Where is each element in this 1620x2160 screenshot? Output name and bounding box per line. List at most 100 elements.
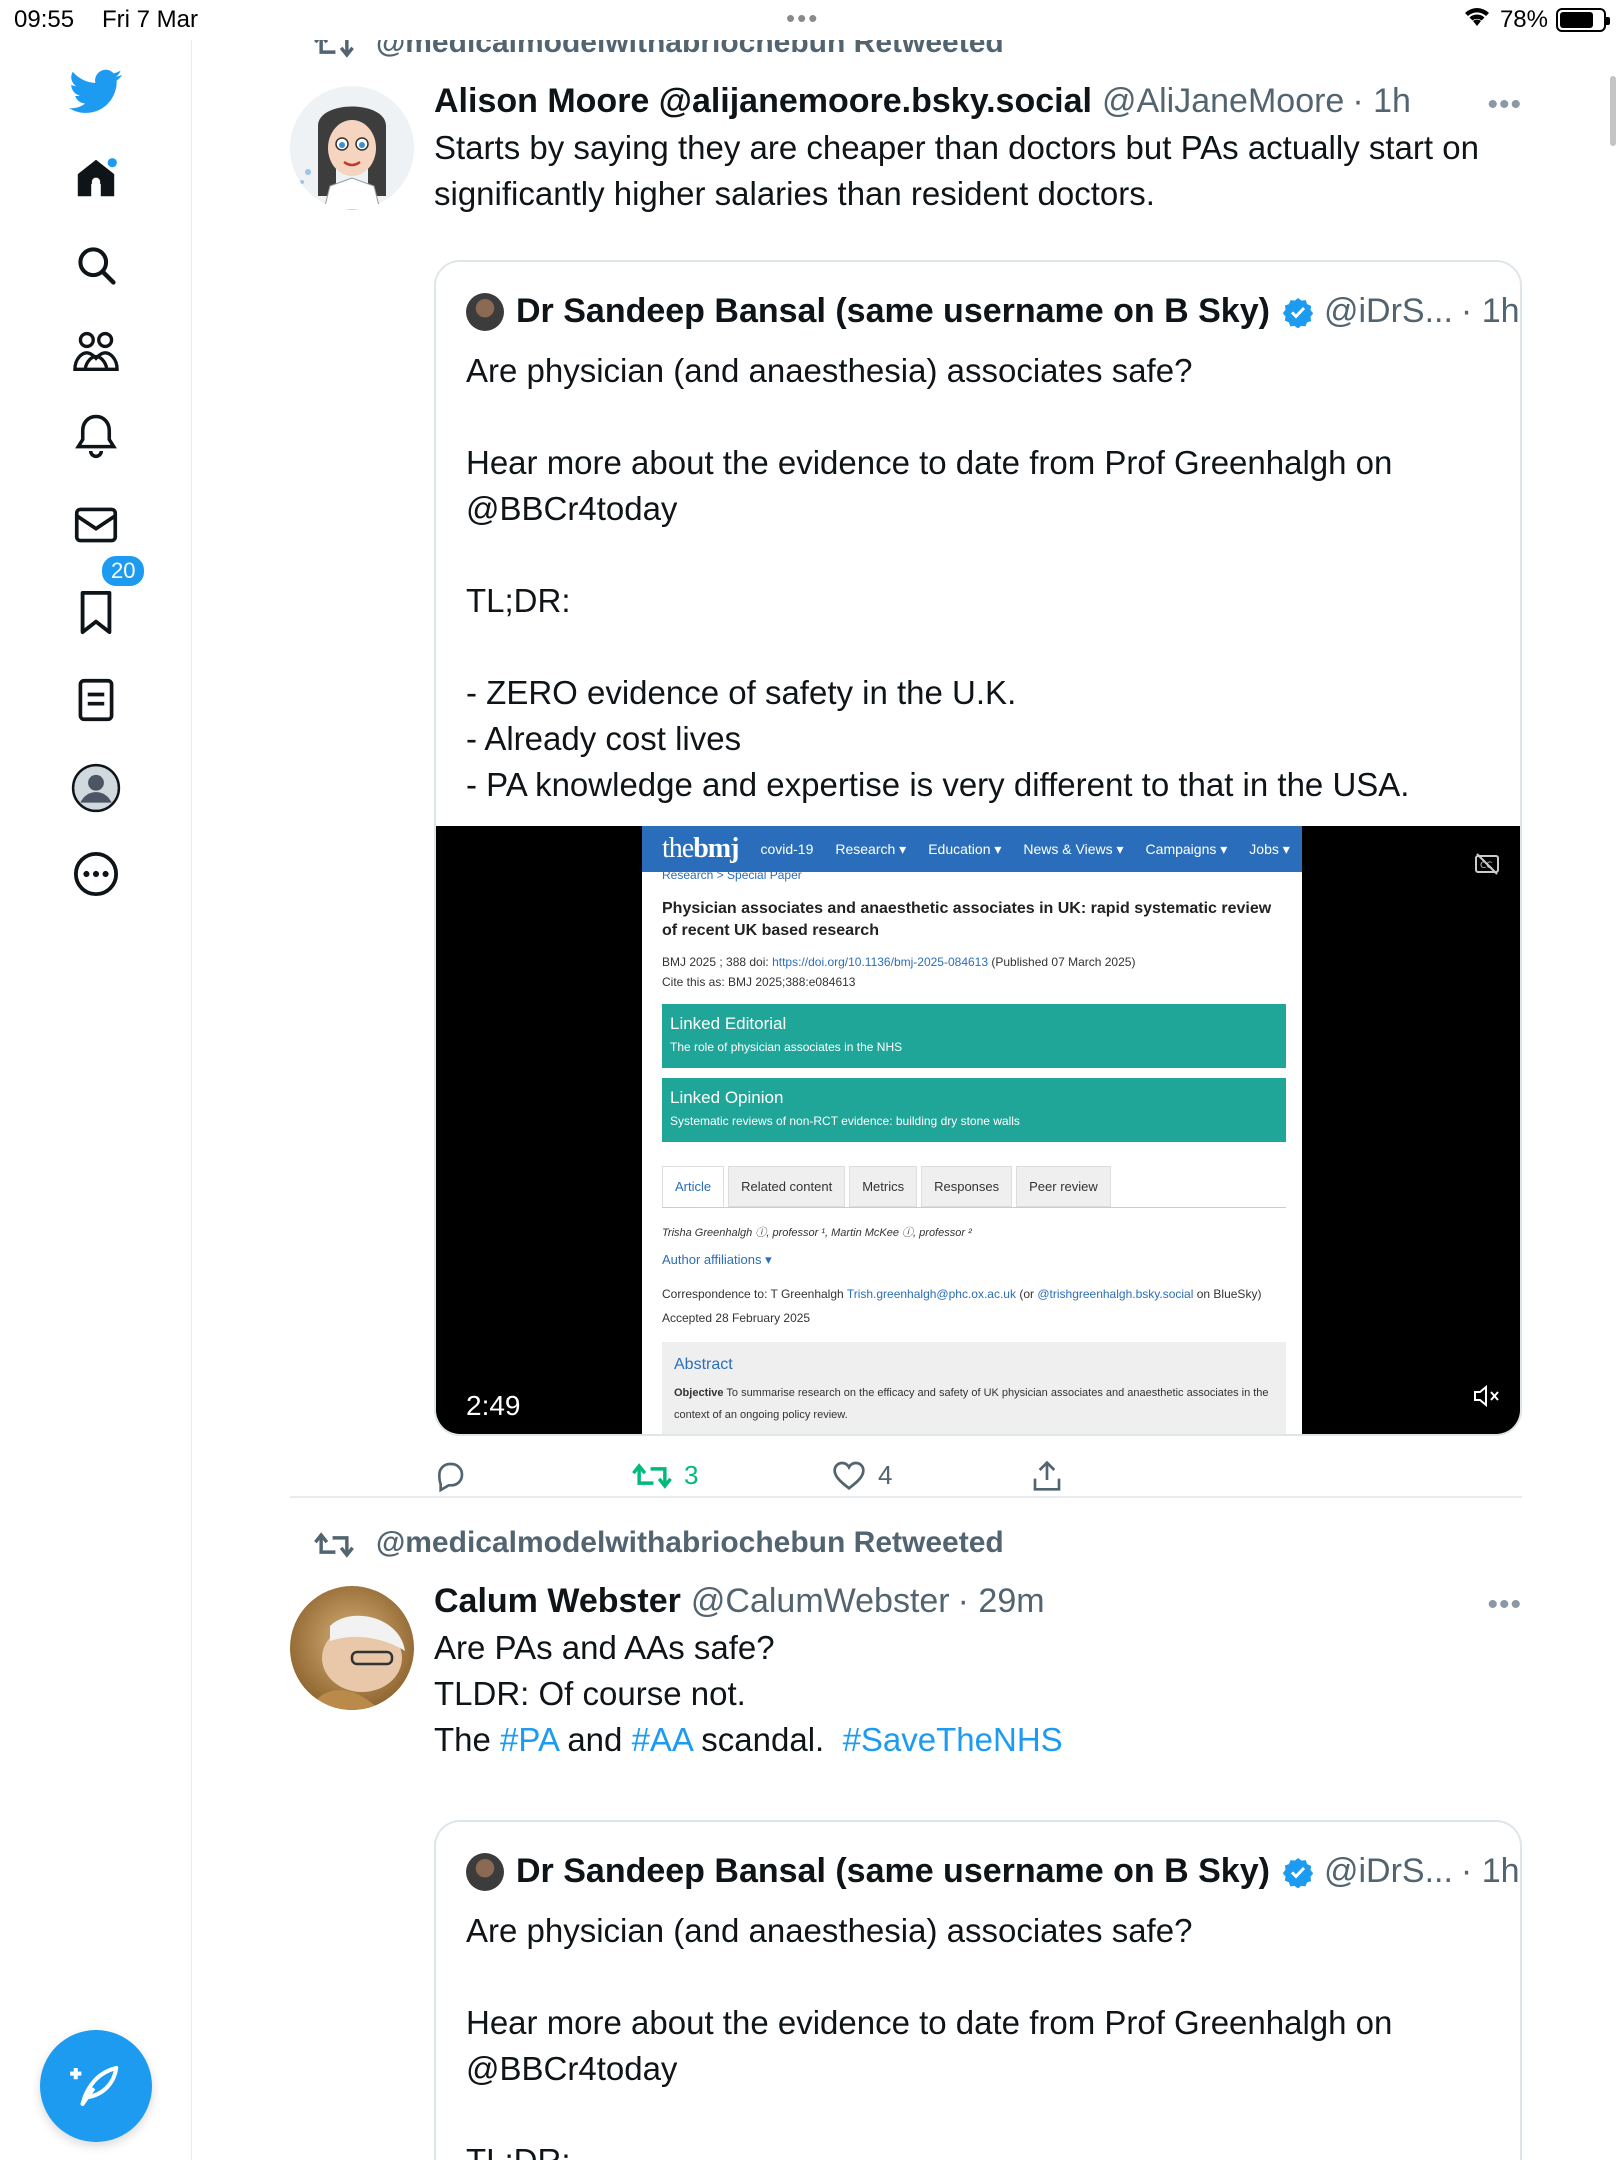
tweet-divider (290, 1496, 1522, 1498)
battery-icon (1556, 7, 1610, 32)
bmj-authors: Trisha Greenhalgh ⓘ, professor ¹, Martin… (662, 1227, 972, 1239)
quoted-text: Are physician (and anaesthesia) associat… (466, 348, 1476, 808)
tweet-text: Are PAs and AAs safe? TLDR: Of course no… (434, 1629, 1063, 1758)
bmj-linked-opinion: Linked Opinion Systematic reviews of non… (662, 1078, 1286, 1142)
muted-speaker-icon[interactable] (1472, 1383, 1502, 1414)
retweet-icon (632, 1462, 672, 1489)
reply-button[interactable] (434, 1460, 478, 1492)
avatar[interactable] (290, 1586, 414, 1710)
quoted-author-name[interactable]: Dr Sandeep Bansal (same username on B Sk… (516, 292, 1270, 331)
people-icon[interactable] (68, 323, 124, 379)
retweet-button[interactable]: 3 (632, 1460, 698, 1491)
mail-icon[interactable] (68, 497, 124, 553)
quoted-handle[interactable]: @iDrS... (1324, 1852, 1453, 1891)
quoted-line: Are physician (and anaesthesia) associat… (466, 352, 1193, 389)
hashtag-link[interactable]: #SaveTheNHS (843, 1721, 1063, 1758)
battery-fill (1560, 11, 1593, 28)
bookmark-icon[interactable] (68, 585, 124, 641)
retweet-icon (314, 1530, 354, 1568)
retweet-context: @medicalmodelwithabriochebun Retweeted (314, 40, 1004, 60)
bmj-tabs: Article Related content Metrics Response… (662, 1166, 1286, 1208)
quoted-author-name[interactable]: Dr Sandeep Bansal (same username on B Sk… (516, 1852, 1270, 1891)
video-player[interactable]: thebmj covid-19 Research ▾ Education ▾ N… (436, 826, 1520, 1434)
compose-tweet-button[interactable] (40, 2030, 152, 2142)
bmj-tab: Peer review (1016, 1166, 1111, 1207)
profile-icon[interactable] (68, 760, 124, 816)
author-handle[interactable]: @AliJaneMoore (1102, 82, 1344, 121)
hashtag-link[interactable]: #PA (500, 1721, 558, 1758)
quoted-line: Hear more about the evidence to date fro… (466, 444, 1393, 527)
bmj-nav-item: Education ▾ (928, 840, 1002, 857)
more-circle-icon[interactable] (68, 846, 124, 902)
status-time: 09:55 (14, 6, 75, 33)
bmj-abstract: Abstract Objective To summarise research… (662, 1342, 1286, 1434)
more-options-icon[interactable]: ••• (1487, 88, 1522, 122)
reply-icon (437, 1462, 464, 1492)
home-icon[interactable] (68, 150, 124, 206)
quoted-line: Are physician (and anaesthesia) associat… (466, 1912, 1193, 1949)
tweet-body: Alison Moore @alijanemoore.bsky.social @… (434, 82, 1522, 217)
retweet-icon (314, 40, 354, 68)
quoted-line: - ZERO evidence of safety in the U.K. (466, 674, 1017, 711)
bmj-nav-item: Campaigns ▾ (1145, 840, 1228, 857)
avatar[interactable] (290, 86, 414, 210)
bell-icon[interactable] (68, 408, 124, 464)
author-name[interactable]: Calum Webster (434, 1582, 681, 1621)
retweeted-by-text[interactable]: @medicalmodelwithabriochebun Retweeted (376, 40, 1004, 60)
more-options-icon[interactable]: ••• (1487, 1588, 1522, 1622)
bmj-tab: Metrics (849, 1166, 918, 1207)
quoted-line (466, 1954, 1476, 2000)
quoted-handle[interactable]: @iDrS... (1324, 292, 1453, 331)
quoted-line: TL;DR: (466, 2138, 1476, 2160)
bmj-nav-item: News & Views ▾ (1023, 840, 1124, 857)
bmj-nav-bar: thebmj covid-19 Research ▾ Education ▾ N… (642, 826, 1302, 872)
bmj-affiliations: Author affiliations ▾ (662, 1252, 772, 1267)
quoted-line (466, 624, 1476, 670)
hashtag-link[interactable]: #AA (632, 1721, 693, 1758)
notification-count-badge: 20 (100, 554, 147, 588)
twitter-logo-icon[interactable] (68, 64, 124, 120)
quoted-avatar[interactable] (466, 1852, 504, 1891)
tweet-body: Calum Webster @CalumWebster · 29m ••• Ar… (434, 1582, 1522, 1763)
share-button[interactable] (1032, 1460, 1074, 1492)
quoted-line (466, 394, 1476, 440)
bmj-tab: Article (662, 1166, 725, 1207)
tweet-time: · 1h (1352, 82, 1411, 120)
share-icon (1033, 1460, 1061, 1491)
bmj-correspondence: Correspondence to: T Greenhalgh Trish.gr… (662, 1287, 1262, 1325)
quoted-tweet[interactable]: Dr Sandeep Bansal (same username on B Sk… (434, 260, 1522, 1436)
author-name[interactable]: Alison Moore @alijanemoore.bsky.social (434, 82, 1092, 121)
captions-off-icon[interactable]: CC (1474, 852, 1500, 881)
timeline-feed: @medicalmodelwithabriochebun Retweeted A… (192, 40, 1620, 2160)
quoted-avatar[interactable] (466, 292, 504, 331)
quoted-line: Hear more about the evidence to date fro… (466, 2004, 1393, 2087)
quoted-tweet[interactable]: Dr Sandeep Bansal (same username on B Sk… (434, 1820, 1522, 2160)
like-button[interactable]: 4 (832, 1460, 892, 1491)
bmj-tab: Responses (921, 1166, 1013, 1207)
list-icon[interactable] (68, 672, 124, 728)
search-icon[interactable] (68, 237, 124, 293)
tweet-actions: 3 4 (434, 1460, 1334, 1500)
retweet-context: @medicalmodelwithabriochebun Retweeted (314, 1526, 1004, 1560)
bmj-meta: BMJ 2025 ; 388 doi: https://doi.org/10.1… (662, 955, 1136, 989)
sidebar: 20 (0, 40, 192, 2160)
bmj-breadcrumb: Research > Special Paper (662, 872, 802, 882)
quoted-time: · 1h (1460, 292, 1520, 330)
quoted-line (466, 532, 1476, 578)
battery-percent: 78% (1499, 5, 1548, 33)
quoted-line: - PA knowledge and expertise is very dif… (466, 766, 1410, 803)
quoted-line (466, 2092, 1476, 2138)
quoted-text: Are physician (and anaesthesia) associat… (466, 1908, 1476, 2160)
retweeted-by-text[interactable]: @medicalmodelwithabriochebun Retweeted (376, 1526, 1004, 1560)
multitasking-dots-icon[interactable]: ••• (786, 5, 819, 31)
like-count: 4 (878, 1460, 893, 1490)
verified-badge-icon (1282, 1857, 1314, 1888)
bmj-nav-item: Jobs ▾ (1249, 840, 1290, 857)
bmj-nav-item: Research ▾ (835, 840, 907, 857)
tweet-text: Starts by saying they are cheaper than d… (434, 129, 1479, 212)
retweet-count: 3 (684, 1460, 699, 1490)
bmj-article-frame: thebmj covid-19 Research ▾ Education ▾ N… (642, 826, 1302, 1434)
status-bar: 09:55 Fri 7 Mar ••• 78% (0, 0, 1620, 40)
author-handle[interactable]: @CalumWebster (691, 1582, 950, 1621)
bmj-nav-item: covid-19 (760, 841, 814, 857)
